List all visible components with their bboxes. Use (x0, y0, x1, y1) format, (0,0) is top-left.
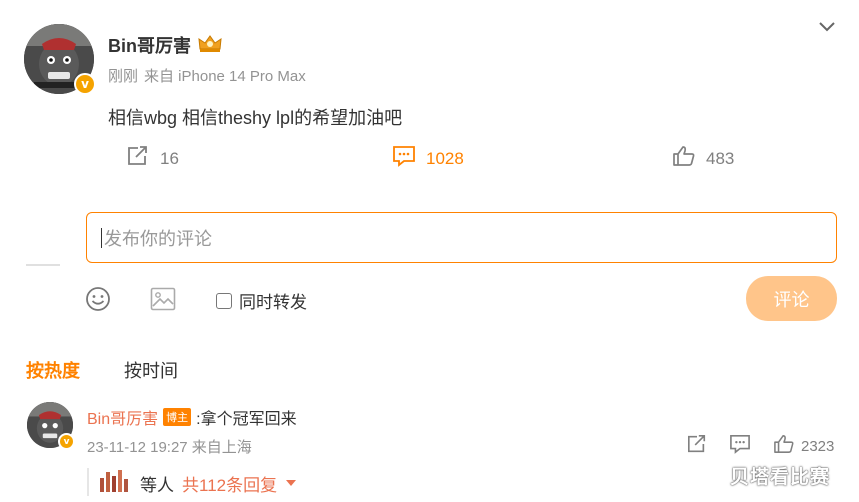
comment-reply-icon[interactable] (729, 434, 751, 459)
post-time: 刚刚 (108, 68, 139, 85)
comment-like-icon[interactable] (773, 434, 795, 459)
author-badge: 博主 (163, 408, 192, 426)
reply-more-link[interactable]: 共112条回复 (182, 471, 277, 496)
divider (26, 264, 60, 266)
repost-count: 16 (160, 148, 179, 168)
comment-count: 1028 (426, 148, 464, 168)
caret-down-icon (285, 475, 297, 493)
post-source: 来自 iPhone 14 Pro Max (144, 68, 306, 85)
comment-repost-icon[interactable] (686, 434, 708, 459)
comment-meta: 23-11-12 19:27 来自上海 (87, 439, 252, 456)
tab-sort-time[interactable]: 按时间 (124, 357, 178, 383)
comment-button[interactable]: 1028 (392, 145, 464, 172)
repost-checkbox[interactable] (216, 292, 232, 309)
text-caret (101, 227, 102, 248)
reply-who: 等人 (140, 476, 174, 495)
post-text: 相信wbg 相信theshy lpl的希望加油吧 (108, 108, 403, 128)
comment-input[interactable]: 发布你的评论 (86, 212, 837, 263)
image-upload-icon[interactable] (150, 287, 176, 316)
member-crown-icon (197, 33, 223, 58)
collapse-chevron-icon[interactable] (818, 20, 836, 39)
reply-summary[interactable]: 等人 共112条回复 (100, 470, 297, 497)
comment-input-placeholder: 发布你的评论 (104, 228, 212, 250)
comment-icon (392, 145, 416, 172)
reply-avatars-icon (100, 470, 132, 497)
comment-text: :拿个冠军回来 (196, 411, 297, 428)
like-count: 483 (706, 148, 735, 168)
comment-like-count: 2323 (801, 438, 835, 455)
thumbs-up-icon (672, 145, 696, 172)
comment-verified-badge-icon: v (58, 433, 75, 450)
tab-sort-hot[interactable]: 按热度 (26, 357, 80, 383)
submit-comment-button[interactable]: 评论 (746, 276, 837, 321)
emoji-icon[interactable] (85, 286, 111, 317)
like-button[interactable]: 483 (672, 145, 734, 172)
reply-summary-bar (87, 468, 89, 496)
verified-badge-icon: v (74, 73, 96, 95)
repost-checkbox-label: 同时转发 (239, 293, 307, 312)
watermark: 贝塔看比赛 (730, 467, 831, 488)
post-author-name[interactable]: Bin哥厉害 (108, 32, 191, 58)
repost-icon (126, 145, 150, 172)
comment-author-name[interactable]: Bin哥厉害 (87, 405, 158, 429)
repost-button[interactable]: 16 (126, 145, 179, 172)
